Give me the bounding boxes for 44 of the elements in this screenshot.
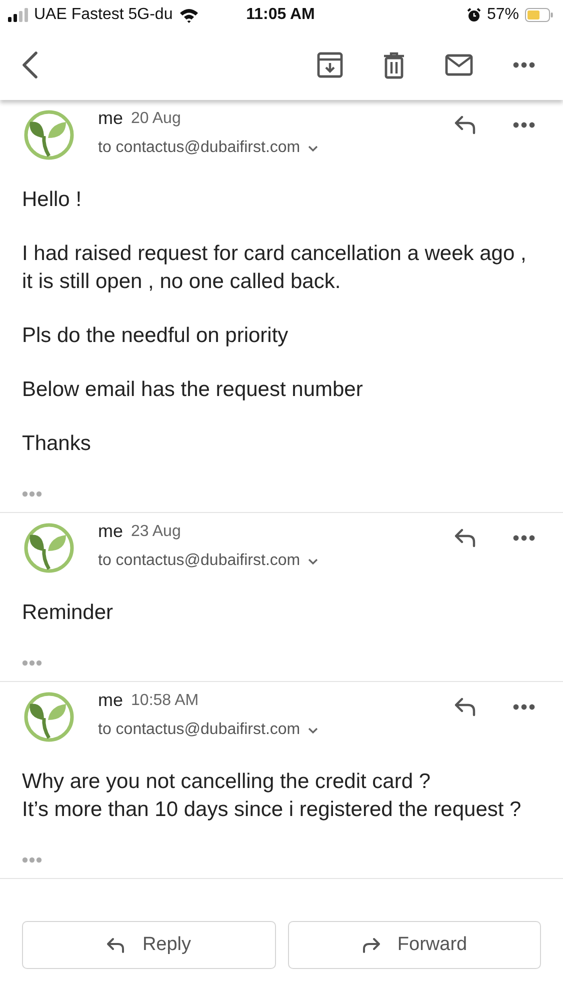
more-icon[interactable] bbox=[513, 704, 535, 710]
alarm-icon bbox=[466, 8, 481, 22]
archive-icon[interactable] bbox=[317, 52, 343, 78]
reply-icon[interactable] bbox=[453, 696, 477, 718]
message-text: I had raised request for card cancellation a week ago , it is still open , no one called back. bbox=[22, 241, 528, 295]
clock-time: 11:05 AM bbox=[246, 6, 315, 24]
avatar-icon bbox=[22, 108, 76, 162]
chevron-down-icon[interactable] bbox=[308, 726, 318, 734]
recipient-text: to contactus@dubaifirst.com bbox=[98, 139, 300, 157]
forward-button[interactable]: Forward bbox=[288, 921, 541, 969]
recipient-text: to contactus@dubaifirst.com bbox=[98, 552, 300, 570]
back-icon[interactable] bbox=[22, 51, 38, 79]
more-icon[interactable] bbox=[513, 535, 535, 541]
message-text: Thanks bbox=[22, 431, 92, 457]
message-text: Pls do the needful on priority bbox=[22, 323, 290, 349]
sender-name: me bbox=[98, 521, 124, 542]
more-icon[interactable] bbox=[513, 62, 535, 68]
avatar-icon bbox=[22, 690, 76, 744]
battery-icon bbox=[525, 8, 553, 22]
reply-icon[interactable] bbox=[453, 114, 477, 136]
chevron-down-icon[interactable] bbox=[308, 558, 318, 564]
reply-icon[interactable] bbox=[106, 937, 126, 953]
mail-icon[interactable] bbox=[445, 54, 473, 76]
sender-name: me bbox=[98, 108, 124, 129]
message-date: 20 Aug bbox=[131, 110, 181, 128]
battery-percent: 57% bbox=[486, 6, 519, 24]
forward-icon[interactable] bbox=[361, 937, 382, 953]
sender-name: me bbox=[98, 690, 124, 711]
message-text: Below email has the request number bbox=[22, 377, 364, 403]
message-date: 10:58 AM bbox=[131, 692, 199, 710]
trash-icon[interactable] bbox=[383, 52, 405, 78]
message-text: Why are you not cancelling the credit card ? It’s more than 10 days since i registered the request ? bbox=[22, 769, 522, 823]
message-text: Hello ! bbox=[22, 187, 83, 213]
more-icon[interactable] bbox=[513, 122, 535, 128]
message-text: Reminder bbox=[22, 600, 114, 626]
reply-icon[interactable] bbox=[453, 527, 477, 549]
carrier-name: UAE Fastest 5G-du bbox=[34, 6, 173, 24]
reply-button[interactable]: Reply bbox=[22, 921, 276, 969]
avatar-icon bbox=[22, 521, 76, 575]
signal-icon bbox=[8, 8, 28, 22]
wifi-icon bbox=[178, 8, 199, 22]
chevron-down-icon[interactable] bbox=[308, 144, 318, 152]
message-date: 23 Aug bbox=[131, 522, 181, 540]
recipient-text: to contactus@dubaifirst.com bbox=[98, 721, 300, 739]
